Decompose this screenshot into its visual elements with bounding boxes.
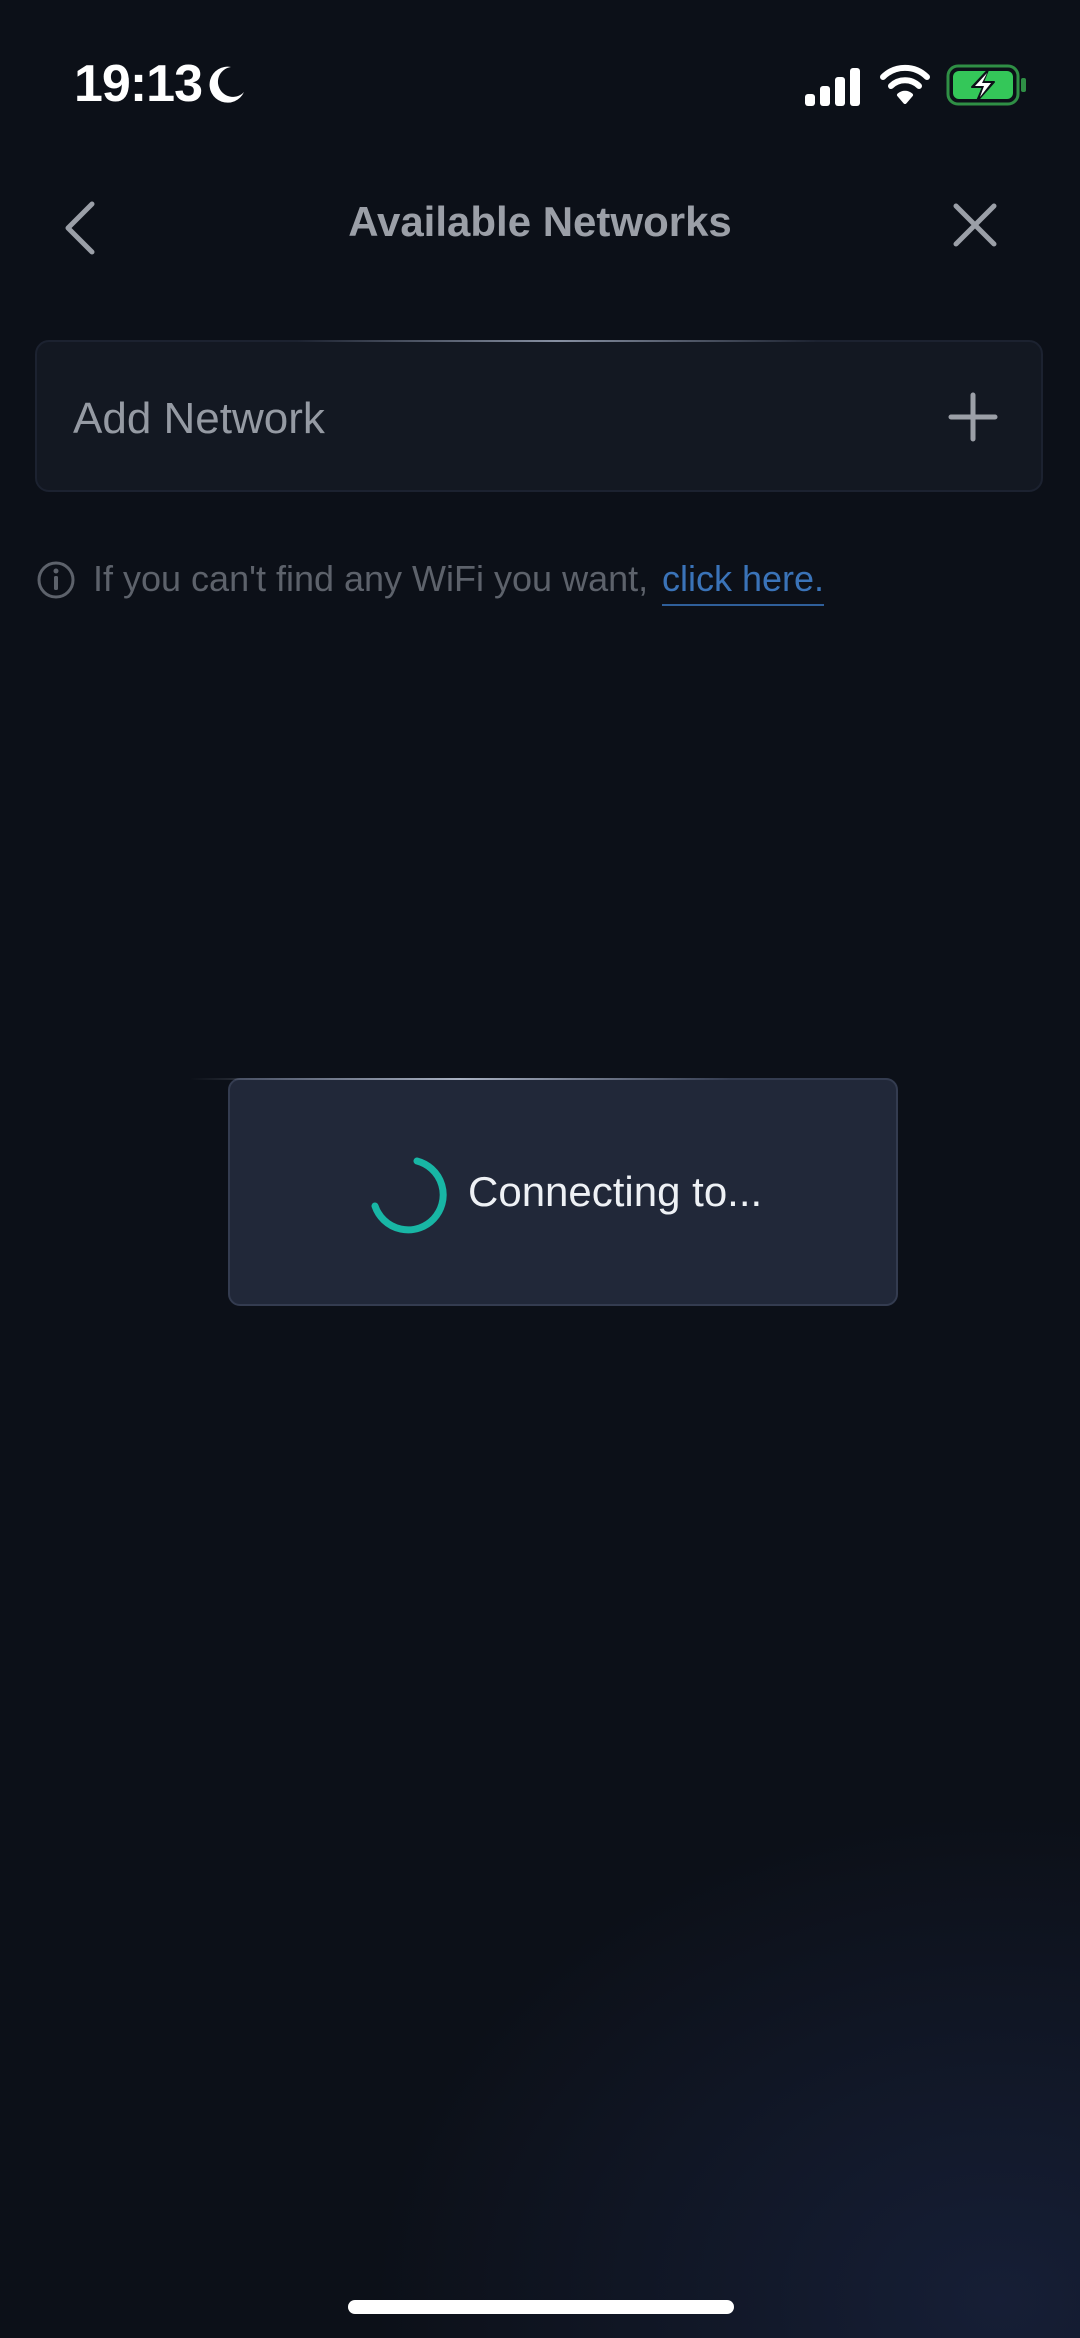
- page-title: Available Networks: [348, 198, 732, 245]
- close-icon: [940, 203, 1008, 264]
- wifi-icon: [880, 64, 930, 109]
- home-indicator[interactable]: [348, 2300, 734, 2314]
- close-button[interactable]: [940, 192, 1008, 260]
- info-icon: [36, 560, 76, 605]
- status-time: 19:13: [74, 55, 203, 113]
- chevron-left-icon: [50, 201, 118, 264]
- battery-charging-icon: [946, 64, 1028, 111]
- info-row: If you can't find any WiFi you want, cli…: [36, 552, 1036, 612]
- click-here-link[interactable]: click here.: [662, 558, 825, 606]
- add-network-label: Add Network: [73, 394, 325, 443]
- spinner-icon: [366, 1154, 448, 1241]
- screen: 19:13 Available Networks Add Network If …: [0, 0, 1080, 2338]
- status-bar: 19:13: [0, 0, 1080, 170]
- moon-icon: [205, 64, 247, 111]
- signal-icon: [805, 68, 863, 111]
- connecting-text: Connecting to...: [468, 1168, 763, 1215]
- header: Available Networks: [0, 180, 1080, 272]
- info-text: If you can't find any WiFi you want,: [93, 558, 649, 599]
- add-network-button[interactable]: Add Network: [35, 340, 1043, 492]
- connecting-dialog: Connecting to...: [190, 1078, 898, 1306]
- plus-icon[interactable]: [948, 392, 998, 447]
